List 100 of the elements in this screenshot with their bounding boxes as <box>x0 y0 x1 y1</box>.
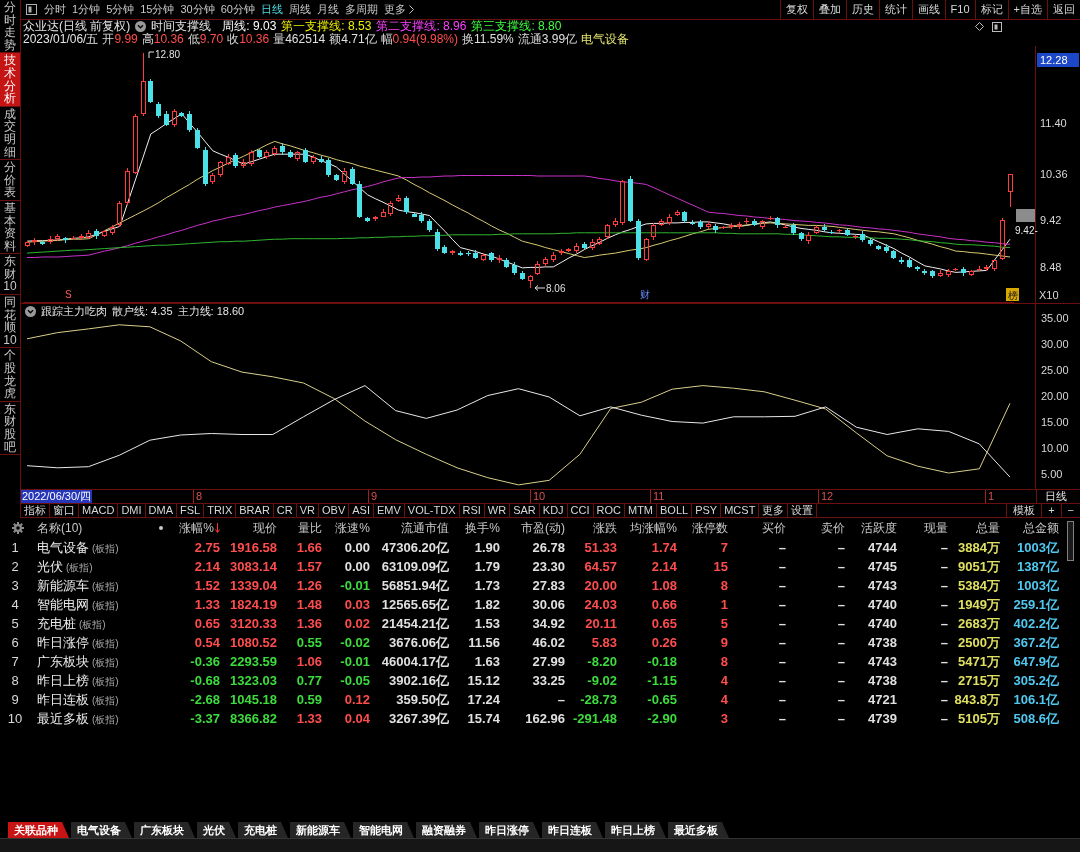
column-header[interactable]: 涨幅% <box>179 519 220 537</box>
column-header[interactable]: 总量 <box>976 519 1000 537</box>
indicator-tab[interactable]: CR <box>273 504 297 517</box>
related-tab[interactable]: 昨日上榜 <box>605 822 666 838</box>
period-tab[interactable]: 30分钟 <box>177 0 218 19</box>
indicator-tab[interactable]: BOLL <box>657 504 693 517</box>
column-header[interactable]: 现价 <box>253 519 277 537</box>
related-tab[interactable]: 电气设备 <box>71 822 132 838</box>
period-tab[interactable]: 5分钟 <box>103 0 138 19</box>
template-button[interactable]: + <box>1041 504 1061 517</box>
toolbar-button[interactable]: 统计 <box>878 0 912 19</box>
column-header[interactable]: 名称(10) <box>37 519 83 537</box>
toolbar-button[interactable]: 返回 <box>1047 0 1080 19</box>
toolbar-button[interactable]: F10 <box>944 0 975 19</box>
period-tab[interactable]: 分时 <box>41 0 69 19</box>
related-tab[interactable]: 光伏 <box>197 822 236 838</box>
sector-name[interactable]: 光伏 <box>37 557 63 577</box>
related-tab[interactable]: 关联品种 <box>8 822 69 838</box>
sector-name[interactable]: 昨日连板 <box>37 690 89 710</box>
indicator-tab[interactable]: TRIX <box>204 504 237 517</box>
related-tab[interactable]: 昨日连板 <box>542 822 603 838</box>
indicator-tab[interactable]: DMA <box>145 504 177 517</box>
indicator-tab[interactable]: 指标 <box>21 504 50 517</box>
sidebar-tab[interactable]: 东财10 <box>0 254 20 296</box>
column-header[interactable]: 涨速% <box>335 519 370 537</box>
sector-name[interactable]: 昨日涨停 <box>37 633 89 653</box>
sidebar-tab[interactable]: 同花顺10 <box>0 295 20 349</box>
sidebar-tab[interactable]: 东财股吧 <box>0 401 20 456</box>
indicator-tab[interactable]: KDJ <box>539 504 568 517</box>
sidebar-tab[interactable]: 技术分析 <box>0 53 20 107</box>
sector-name[interactable]: 昨日上榜 <box>37 671 89 691</box>
sector-name[interactable]: 充电桩 <box>37 614 76 634</box>
indicator-tab[interactable]: FSL <box>177 504 205 517</box>
column-header[interactable]: 量比 <box>298 519 322 537</box>
column-header[interactable]: 涨停数 <box>692 519 728 537</box>
column-header[interactable]: 卖价 <box>821 519 845 537</box>
sidebar-tab[interactable]: 成交明细 <box>0 106 20 161</box>
indicator-tab[interactable]: ROC <box>593 504 625 517</box>
template-button[interactable]: 模板 <box>1006 504 1042 517</box>
column-header[interactable]: 流通市值 <box>401 519 449 537</box>
indicator-tab[interactable]: WR <box>484 504 511 517</box>
table-cell-text: 0.59 <box>295 691 323 709</box>
toolbar-button[interactable]: +自选 <box>1007 0 1047 19</box>
column-header[interactable]: 买价 <box>762 519 786 537</box>
related-tab[interactable]: 智能电网 <box>353 822 414 838</box>
column-header[interactable]: 均涨幅% <box>630 519 677 537</box>
indicator-tab[interactable]: MACD <box>79 504 119 517</box>
toolbar-button[interactable]: 叠加 <box>812 0 846 19</box>
indicator-tab[interactable]: RSI <box>459 504 485 517</box>
indicator-tab[interactable]: OBV <box>319 504 350 517</box>
period-tab[interactable]: 多周期 <box>342 0 381 19</box>
related-tab[interactable]: 融资融券 <box>416 822 477 838</box>
column-header[interactable]: 换手% <box>465 519 500 537</box>
period-tab[interactable]: 15分钟 <box>137 0 178 19</box>
period-tab[interactable]: 1分钟 <box>69 0 104 19</box>
indicator-tab[interactable]: VR <box>296 504 319 517</box>
toolbar-button[interactable]: 历史 <box>845 0 879 19</box>
indicator-tab[interactable]: MTM <box>625 504 658 517</box>
sector-name[interactable]: 智能电网 <box>37 595 89 615</box>
period-tab[interactable]: 60分钟 <box>217 0 258 19</box>
toolbar-button[interactable]: 标记 <box>974 0 1008 19</box>
sector-name[interactable]: 新能源车 <box>37 576 89 596</box>
column-header[interactable]: 现量 <box>924 519 948 537</box>
column-header[interactable]: 市盈(动) <box>521 519 565 537</box>
related-tab[interactable]: 最近多板 <box>668 822 729 838</box>
period-tab[interactable]: 日线 <box>258 0 286 19</box>
column-header[interactable]: 总金额 <box>1023 519 1059 537</box>
template-button[interactable]: − <box>1060 504 1080 517</box>
related-tab[interactable]: 新能源车 <box>290 822 351 838</box>
indicator-tab[interactable]: MCST <box>721 504 760 517</box>
indicator-tab[interactable]: 设置 <box>788 504 818 517</box>
indicator-tab[interactable]: DMI <box>118 504 146 517</box>
indicator-tab[interactable]: PSY <box>692 504 722 517</box>
indicator-tab[interactable]: 更多 <box>759 504 789 517</box>
sector-name[interactable]: 广东板块 <box>37 652 89 672</box>
sector-name[interactable]: 最近多板 <box>37 709 89 729</box>
indicator-tab[interactable]: CCI <box>567 504 594 517</box>
scrollbar-thumb[interactable] <box>1067 521 1074 561</box>
indicator-tab[interactable]: BRAR <box>236 504 274 517</box>
sidebar-tab[interactable]: 分价表 <box>0 160 20 201</box>
toolbar-button[interactable]: 画线 <box>911 0 945 19</box>
indicator-tab[interactable]: 窗口 <box>50 504 79 517</box>
sidebar-tab[interactable]: 基本资料 <box>0 200 20 255</box>
more-button[interactable]: 更多 <box>381 0 417 19</box>
related-tab[interactable]: 广东板块 <box>134 822 195 838</box>
sidebar-tab[interactable]: 个股龙虎 <box>0 348 20 402</box>
table-cell-text: – <box>939 634 949 652</box>
indicator-name[interactable]: 时间支撑线 <box>151 20 212 33</box>
toolbar-button[interactable]: 复权 <box>779 0 813 19</box>
indicator-tab[interactable]: SAR <box>510 504 540 517</box>
indicator-tab[interactable]: ASI <box>349 504 374 517</box>
related-tab[interactable]: 充电桩 <box>238 822 288 838</box>
indicator-tab[interactable]: EMV <box>373 504 405 517</box>
sector-name[interactable]: 电气设备 <box>37 538 89 558</box>
period-tab[interactable]: 周线 <box>286 0 314 19</box>
period-tab[interactable]: 月线 <box>314 0 342 19</box>
indicator-tab[interactable]: VOL-TDX <box>404 504 460 517</box>
column-header[interactable]: 活跃度 <box>861 519 897 537</box>
column-header[interactable]: 涨跌 <box>593 519 617 537</box>
related-tab[interactable]: 昨日涨停 <box>479 822 540 838</box>
